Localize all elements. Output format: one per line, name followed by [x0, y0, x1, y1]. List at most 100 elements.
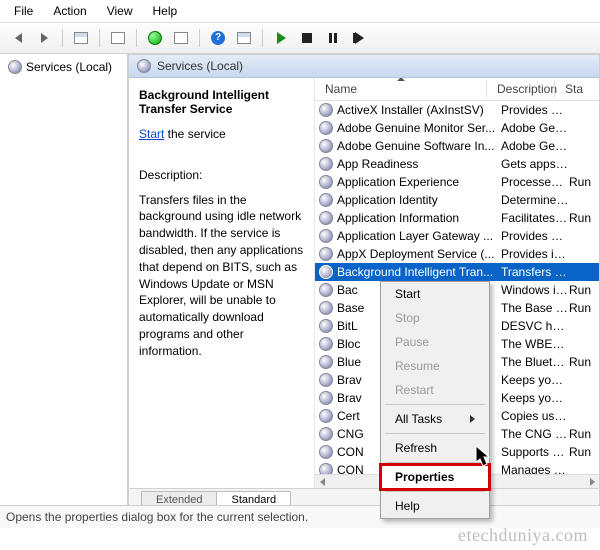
toolbar-separator: [99, 29, 100, 47]
toolbar: ?: [0, 23, 600, 54]
service-row[interactable]: Application Layer Gateway ...Provides su…: [315, 227, 599, 245]
gear-icon: [319, 445, 333, 459]
service-row[interactable]: Adobe Genuine Software In...Adobe Gen...: [315, 137, 599, 155]
service-description: Keeps your ...: [501, 373, 569, 387]
service-description: Copies user ...: [501, 409, 569, 423]
gear-icon: [319, 247, 333, 261]
detail-desc-label: Description:: [139, 167, 304, 184]
service-status: Run: [569, 355, 599, 369]
service-description: The CNG ke...: [501, 427, 569, 441]
export-list-button[interactable]: [106, 27, 130, 49]
gear-icon: [319, 301, 333, 315]
detail-start-line: Start the service: [139, 126, 304, 143]
service-status: Run: [569, 211, 599, 225]
detail-heading: Background Intelligent Transfer Service: [139, 88, 304, 116]
service-description: Provides su...: [501, 229, 569, 243]
gear-icon: [319, 427, 333, 441]
service-description: Determines ...: [501, 193, 569, 207]
service-row[interactable]: Application InformationFacilitates t...R…: [315, 209, 599, 227]
service-row[interactable]: ActiveX Installer (AxInstSV)Provides Us.…: [315, 101, 599, 119]
stop-icon: [302, 33, 312, 43]
help-button[interactable]: ?: [206, 27, 230, 49]
sort-ascending-icon: [397, 78, 405, 81]
panel-icon: [74, 32, 88, 44]
column-header-name[interactable]: Name: [315, 78, 487, 100]
gear-icon: [319, 175, 333, 189]
service-status: Run: [569, 427, 599, 441]
tree-pane: Services (Local): [0, 54, 128, 509]
submenu-arrow-icon: [470, 415, 475, 423]
main-pane: Services (Local) Background Intelligent …: [128, 54, 600, 509]
toolbar-separator: [262, 29, 263, 47]
back-button[interactable]: [6, 27, 30, 49]
menubar: File Action View Help: [0, 0, 600, 23]
menu-view[interactable]: View: [99, 2, 141, 20]
service-status: Run: [569, 283, 599, 297]
gear-icon: [319, 409, 333, 423]
ctx-all-tasks[interactable]: All Tasks: [381, 407, 489, 431]
column-header-status[interactable]: Sta: [555, 78, 585, 100]
service-name: ActiveX Installer (AxInstSV): [337, 103, 501, 117]
export-button[interactable]: [169, 27, 193, 49]
service-row[interactable]: Background Intelligent Tran...Transfers …: [315, 263, 599, 281]
service-row[interactable]: AppX Deployment Service (...Provides inf…: [315, 245, 599, 263]
properties-button[interactable]: [232, 27, 256, 49]
start-link[interactable]: Start: [139, 127, 164, 141]
gear-icon: [319, 355, 333, 369]
service-name: App Readiness: [337, 157, 501, 171]
menu-file[interactable]: File: [6, 2, 41, 20]
toolbar-separator: [136, 29, 137, 47]
scroll-left-icon[interactable]: [315, 475, 329, 488]
service-row[interactable]: Application ExperienceProcesses a...Run: [315, 173, 599, 191]
help-icon: ?: [211, 31, 225, 45]
refresh-icon: [148, 31, 162, 45]
service-name: Background Intelligent Tran...: [337, 265, 501, 279]
start-suffix: the service: [164, 127, 225, 141]
arrow-left-icon: [15, 33, 22, 43]
service-row[interactable]: Application IdentityDetermines ...: [315, 191, 599, 209]
scroll-right-icon[interactable]: [585, 475, 599, 488]
refresh-button[interactable]: [143, 27, 167, 49]
context-menu: Start Stop Pause Resume Restart All Task…: [380, 281, 490, 519]
gear-icon: [319, 139, 333, 153]
ctx-separator: [385, 433, 485, 434]
service-description: Processes a...: [501, 175, 569, 189]
watermark: etechduniya.com: [458, 525, 588, 546]
service-description: The WBENG...: [501, 337, 569, 351]
properties-icon: [237, 32, 251, 44]
gear-icon: [8, 60, 22, 74]
cursor-pointer-icon: [470, 444, 496, 475]
gear-icon: [319, 373, 333, 387]
list-icon: [111, 32, 125, 44]
gear-icon: [319, 121, 333, 135]
pause-service-button[interactable]: [321, 27, 345, 49]
service-status: Run: [569, 175, 599, 189]
arrow-right-icon: [41, 33, 48, 43]
menu-help[interactable]: Help: [145, 2, 186, 20]
start-service-button[interactable]: [269, 27, 293, 49]
service-description: Provides Us...: [501, 103, 569, 117]
ctx-start[interactable]: Start: [381, 282, 489, 306]
service-row[interactable]: Adobe Genuine Monitor Ser...Adobe Gen...: [315, 119, 599, 137]
pause-icon: [329, 33, 337, 43]
service-description: DESVC hos...: [501, 319, 569, 333]
stop-service-button[interactable]: [295, 27, 319, 49]
forward-button[interactable]: [32, 27, 56, 49]
service-description: Supports Sy...: [501, 445, 569, 459]
ctx-help[interactable]: Help: [381, 494, 489, 518]
restart-service-button[interactable]: [347, 27, 371, 49]
content-split: Background Intelligent Transfer Service …: [129, 78, 599, 488]
service-name: Adobe Genuine Monitor Ser...: [337, 121, 501, 135]
column-header-description[interactable]: Description: [487, 78, 555, 100]
service-description: Provides inf...: [501, 247, 569, 261]
service-name: Application Identity: [337, 193, 501, 207]
service-row[interactable]: App ReadinessGets apps re...: [315, 155, 599, 173]
menu-action[interactable]: Action: [45, 2, 94, 20]
show-hide-tree-button[interactable]: [69, 27, 93, 49]
ctx-separator: [385, 491, 485, 492]
tree-node-services-local[interactable]: Services (Local): [4, 58, 123, 76]
content-panes: Services (Local) Services (Local) Backgr…: [0, 54, 600, 509]
column-header-row: Name Description Sta: [315, 78, 599, 101]
service-description: Keeps your ...: [501, 391, 569, 405]
service-description: Adobe Gen...: [501, 121, 569, 135]
